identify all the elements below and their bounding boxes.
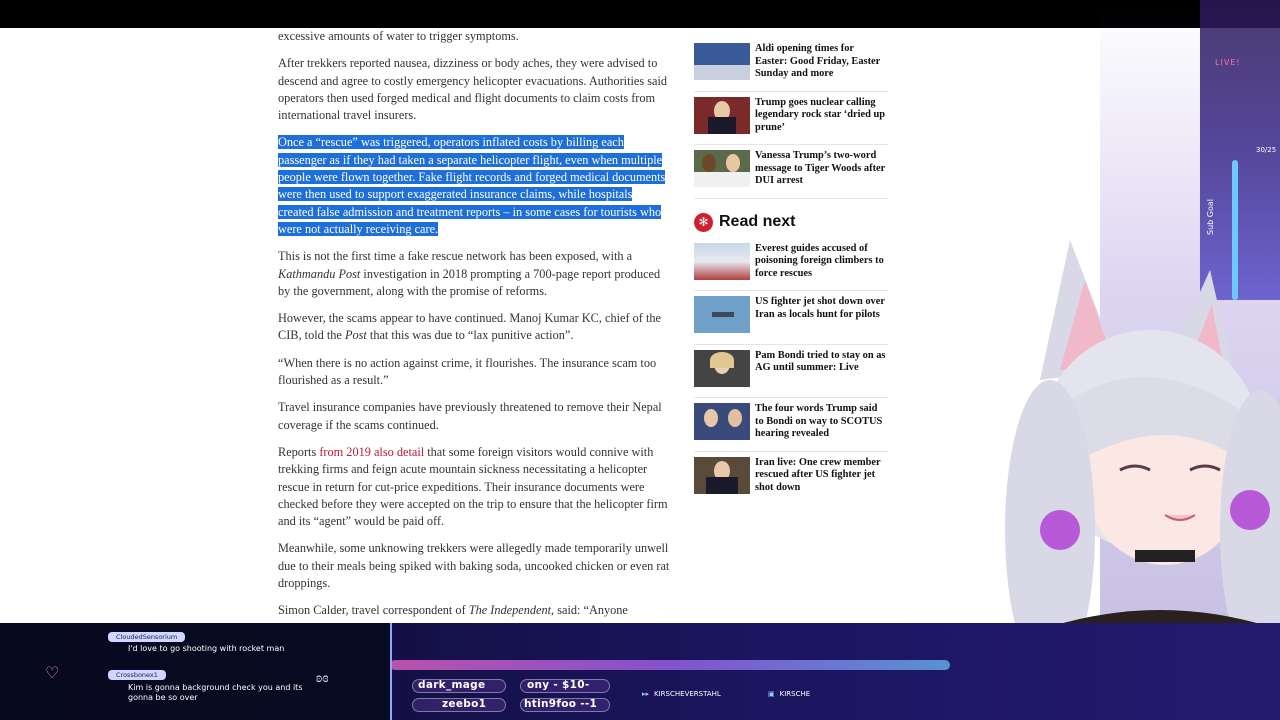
- article-body: excessive amounts of water to trigger sy…: [278, 28, 670, 623]
- rail-top-list: Aldi opening times for Easter: Good Frid…: [694, 38, 888, 199]
- top-black-bar: [0, 0, 1280, 28]
- rail-title[interactable]: Aldi opening times for Easter: Good Frid…: [755, 43, 888, 91]
- flower-hair-clip-icon: [1040, 510, 1080, 550]
- rail-item[interactable]: Vanessa Trump’s two-word message to Tige…: [694, 145, 888, 199]
- read-next-item[interactable]: Everest guides accused of poisoning fore…: [694, 238, 888, 291]
- rail-item[interactable]: Aldi opening times for Easter: Good Frid…: [694, 38, 888, 92]
- rail-item[interactable]: Trump goes nuclear calling legendary roc…: [694, 92, 888, 145]
- read-next-header: ✻ Read next: [694, 212, 888, 232]
- read-next-title[interactable]: Everest guides accused of poisoning fore…: [755, 243, 888, 291]
- heart-icon: ♡: [45, 665, 60, 682]
- chat-message: Kim is gonna background check you and it…: [128, 683, 303, 702]
- rail-thumbnail[interactable]: [694, 150, 750, 187]
- article-paragraph: “When there is no action against crime, …: [278, 355, 657, 388]
- article-paragraph: However, the scams appear to have contin…: [278, 311, 661, 343]
- sub-goal-count: 30/25: [1256, 146, 1277, 154]
- sidebar-rail: Aldi opening times for Easter: Good Frid…: [694, 38, 888, 505]
- article-paragraph: Simon Calder, travel correspondent of Th…: [278, 603, 628, 618]
- read-next-title[interactable]: The four words Trump said to Bondi on wa…: [755, 403, 888, 451]
- decorative-stripe: [390, 660, 950, 670]
- article-paragraph: Meanwhile, some unknowing trekkers were …: [278, 541, 670, 591]
- read-next-item[interactable]: The four words Trump said to Bondi on wa…: [694, 398, 888, 452]
- article-paragraph: excessive amounts of water to trigger sy…: [278, 29, 519, 43]
- article-paragraph: After trekkers reported nausea, dizzines…: [278, 56, 668, 123]
- live-label: LIVE!: [1215, 58, 1241, 67]
- chat-icon: ▣: [768, 690, 775, 698]
- article-paragraph: Travel insurance companies have previous…: [278, 400, 662, 432]
- ticker-item: htin9foo --1: [524, 698, 598, 710]
- article-link[interactable]: from 2019 also detail: [319, 445, 424, 459]
- read-next-list: Everest guides accused of poisoning fore…: [694, 238, 888, 506]
- read-next-title[interactable]: Pam Bondi tried to stay on as AG until s…: [755, 350, 888, 398]
- read-next-item[interactable]: Pam Bondi tried to stay on as AG until s…: [694, 345, 888, 398]
- read-next-item[interactable]: Iran live: One crew member rescued after…: [694, 452, 888, 506]
- ticker-item: dark_mage: [418, 679, 486, 691]
- ticker-item: ony - $10-: [527, 679, 590, 691]
- rail-title[interactable]: Trump goes nuclear calling legendary roc…: [755, 97, 888, 145]
- read-next-title[interactable]: US fighter jet shot down over Iran as lo…: [755, 296, 888, 344]
- article-paragraph: Reports from 2019 also detail that some …: [278, 444, 668, 529]
- social-handle: ▸▸ KIRSCHEVERSTAHL: [642, 690, 721, 698]
- read-next-thumbnail[interactable]: [694, 349, 750, 387]
- read-next-title[interactable]: Iran live: One crew member rescued after…: [755, 457, 888, 506]
- rail-thumbnail[interactable]: [694, 96, 750, 134]
- butterfly-icon: ʚɞ: [316, 671, 329, 686]
- independent-eagle-icon: ✻: [694, 212, 713, 232]
- chat-box: CloudedSensorium I'd love to go shooting…: [0, 623, 392, 720]
- social-handle: ▣ KIRSCHE: [768, 690, 811, 698]
- read-next-thumbnail[interactable]: [694, 242, 750, 280]
- rail-thumbnail[interactable]: [694, 43, 750, 80]
- play-icon: ▸▸: [642, 690, 650, 698]
- read-next-thumbnail[interactable]: [694, 456, 750, 494]
- selected-text[interactable]: Once a “rescue” was triggered, operators…: [278, 135, 666, 236]
- read-next-thumbnail[interactable]: [694, 403, 750, 440]
- ticker-item: zeebo1: [442, 698, 487, 710]
- chat-message: I'd love to go shooting with rocket man: [128, 644, 285, 653]
- read-next-thumbnail[interactable]: [694, 296, 750, 333]
- article-paragraph-highlighted[interactable]: Once a “rescue” was triggered, operators…: [278, 134, 670, 238]
- chat-username: Crossbonex1: [108, 670, 166, 680]
- article-paragraph: This is not the first time a fake rescue…: [278, 249, 661, 298]
- read-next-item[interactable]: US fighter jet shot down over Iran as lo…: [694, 291, 888, 345]
- rail-title[interactable]: Vanessa Trump’s two-word message to Tige…: [755, 150, 888, 198]
- chat-username: CloudedSensorium: [108, 632, 186, 642]
- read-next-label: Read next: [719, 213, 796, 230]
